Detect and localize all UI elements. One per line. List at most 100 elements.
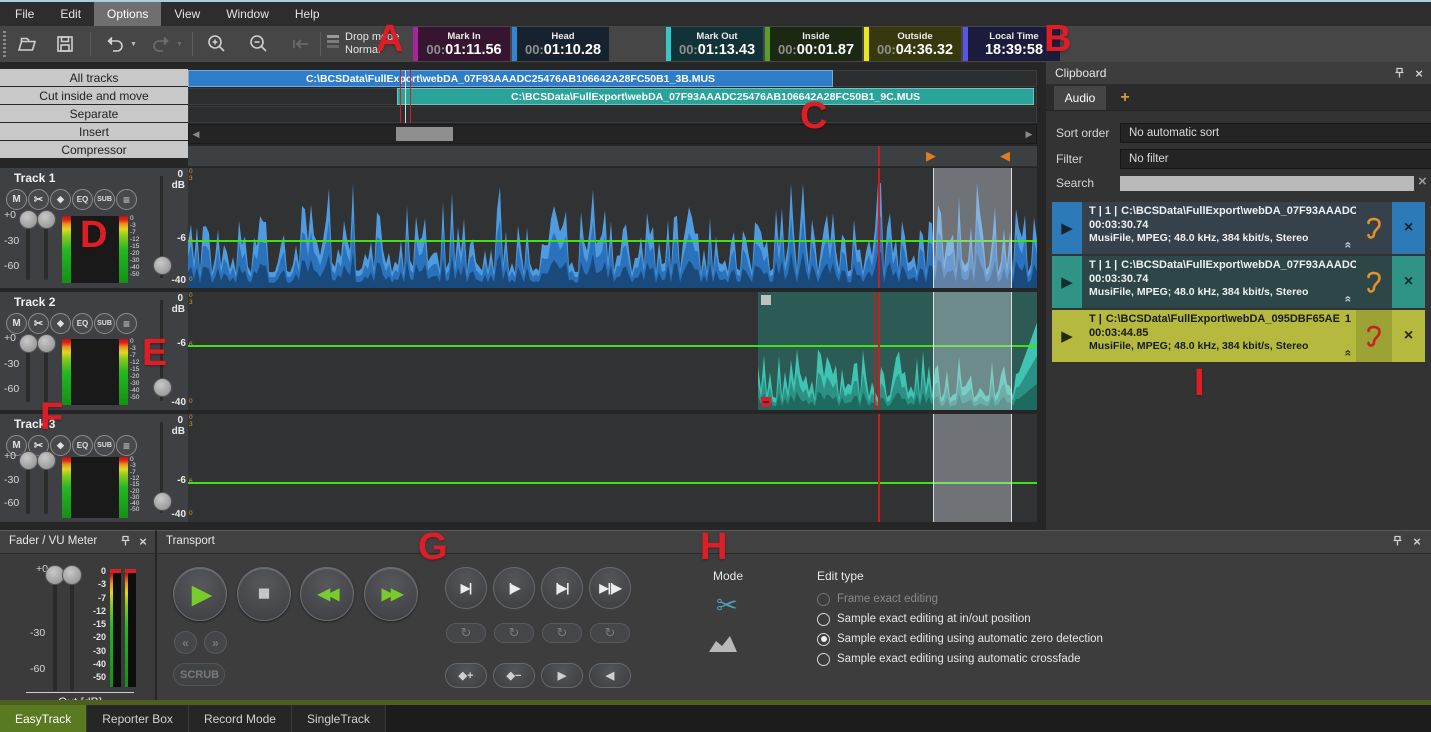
add-tab-button[interactable]: + [1106,86,1144,110]
redo-button[interactable] [146,30,176,58]
pin-icon[interactable] [1389,533,1405,549]
radio-circle-icon[interactable] [817,633,830,646]
clipboard-item[interactable]: ▶ T | 1 | C:\BCSData\FullExport\webDA_07… [1052,256,1425,308]
play-button[interactable]: ▶ [1052,256,1082,308]
track-menu-button[interactable]: ≡ [116,313,137,334]
save-button[interactable] [50,30,80,58]
pan-knob[interactable] [37,210,56,229]
eq-button[interactable]: EQ [72,189,93,210]
track-fader[interactable] [153,256,172,275]
play-from-mark-button[interactable]: |▶ [493,567,535,609]
toolbar-drag-handle[interactable] [3,31,6,57]
marker-button[interactable]: ◆ [50,313,71,334]
menu-item[interactable]: Options [94,2,161,26]
edit-action-button[interactable]: Cut inside and move [0,87,188,104]
edit-type-radio[interactable]: Sample exact editing using automatic zer… [817,629,1103,649]
next-marker-button[interactable]: ▶ [541,663,583,688]
radio-circle-icon[interactable] [817,653,830,666]
clipboard-item-info[interactable]: T | C:\BCSData\FullExport\webDA_095DBF65… [1082,310,1356,362]
mark-out-flag[interactable]: ◀ [1000,148,1010,163]
drop-mode-icon[interactable] [327,35,339,48]
pin-icon[interactable] [117,533,133,549]
selection-region[interactable] [933,168,1012,288]
skip-forward-button[interactable]: » [204,631,227,654]
sort-order-dropdown[interactable]: No automatic sort ▼ [1120,123,1431,143]
clipboard-item-info[interactable]: T | 1 | C:\BCSData\FullExport\webDA_07F9… [1082,256,1356,308]
edit-action-button[interactable]: All tracks [0,69,188,86]
sub-button[interactable]: SUB [94,189,115,210]
timeline-ruler[interactable]: ▶ ◀ [188,146,1037,167]
envelope-mode-icon[interactable] [708,631,738,657]
project-overview[interactable]: C:\BCSData\FullExport\webDA_07F93AAADC25… [188,70,1037,123]
workspace-tab[interactable]: Record Mode [189,705,292,732]
scrollbar-thumb[interactable] [396,127,453,141]
zoom-out-button[interactable] [244,30,274,58]
insert-mode-button[interactable] [286,30,316,58]
track-menu-button[interactable]: ≡ [116,189,137,210]
gain-knob[interactable] [19,210,38,229]
rewind-button[interactable]: ◀◀ [300,567,354,621]
cut-button[interactable]: ✂ [28,313,49,334]
close-icon[interactable]: × [1411,65,1427,81]
track-fader[interactable] [153,492,172,511]
collapse-icon[interactable]: « [1344,296,1354,303]
play-to-mark-button[interactable]: ▶| [445,567,487,609]
eq-button[interactable]: EQ [72,313,93,334]
waveform-area[interactable]: 0 3 6 0 [188,292,1037,410]
clipboard-item[interactable]: ▶ T | 1 | C:\BCSData\FullExport\webDA_07… [1052,202,1425,254]
zoom-in-button[interactable] [202,30,232,58]
collapse-icon[interactable]: « [1344,350,1354,357]
play-between-marks-button[interactable]: |▶| [541,567,583,609]
add-marker-button[interactable]: ◆+ [445,663,487,688]
track-fader[interactable] [153,378,172,397]
remove-marker-button[interactable]: ◆− [493,663,535,688]
overview-clip[interactable]: C:\BCSData\FullExport\webDA_07F93AAADC25… [188,70,833,87]
remove-item-icon[interactable]: × [1392,202,1425,254]
cut-mode-scissors-icon[interactable]: ✂ [710,589,744,622]
cut-button[interactable]: ✂ [28,189,49,210]
play-button[interactable]: ▶ [1052,310,1082,362]
play-around-cut-button[interactable]: ▶||▶ [589,567,631,609]
scroll-left-button[interactable]: ◀ [189,125,203,143]
tab-audio[interactable]: Audio [1054,86,1106,110]
fast-forward-button[interactable]: ▶▶ [364,567,418,621]
undo-dropdown-caret[interactable]: ▼ [130,41,137,48]
pan-knob[interactable] [37,334,56,353]
edit-type-radio[interactable]: Frame exact editing [817,589,1103,609]
menu-item[interactable]: Help [282,2,333,26]
mark-in-flag[interactable]: ▶ [926,148,936,163]
scroll-right-button[interactable]: ▶ [1022,125,1036,143]
open-file-button[interactable] [12,30,42,58]
prelisten-ear-icon[interactable] [1356,310,1392,362]
horizontal-scrollbar[interactable]: ◀ ▶ [188,124,1037,144]
workspace-tab[interactable]: EasyTrack [0,705,87,732]
edit-action-button[interactable]: Separate [0,105,188,122]
filter-dropdown[interactable]: No filter ▼ [1120,149,1431,169]
playhead[interactable] [878,414,880,522]
remove-item-icon[interactable]: × [1392,256,1425,308]
clipboard-item[interactable]: ▶ T | C:\BCSData\FullExport\webDA_095DBF… [1052,310,1425,362]
skip-back-button[interactable]: « [174,631,197,654]
previous-marker-button[interactable]: ◀ [589,663,631,688]
overview-clip[interactable]: C:\BCSData\FullExport\webDA_07F93AAADC25… [397,88,1034,105]
workspace-tab[interactable]: Reporter Box [87,705,189,732]
loop-button[interactable]: ↻ [590,623,630,643]
loop-button[interactable]: ↻ [542,623,582,643]
menu-item[interactable]: Edit [47,2,94,26]
out-fader-right[interactable] [62,565,82,585]
waveform-area[interactable]: 0 3 6 0 [188,168,1037,288]
stop-button[interactable]: ■ [237,567,291,621]
edit-action-button[interactable]: Compressor [0,141,188,158]
play-button[interactable]: ▶ [173,567,227,621]
mute-button[interactable]: M [6,189,27,210]
search-clear-icon[interactable]: × [1412,172,1431,191]
selection-region[interactable] [933,292,1012,410]
close-icon[interactable]: × [135,533,151,549]
pin-icon[interactable] [1391,65,1407,81]
loop-button[interactable]: ↻ [494,623,534,643]
sub-button[interactable]: SUB [94,435,115,456]
gain-knob[interactable] [19,334,38,353]
track-menu-button[interactable]: ≡ [116,435,137,456]
loop-button[interactable]: ↻ [446,623,486,643]
waveform-area[interactable]: 0 3 6 0 [188,414,1037,522]
